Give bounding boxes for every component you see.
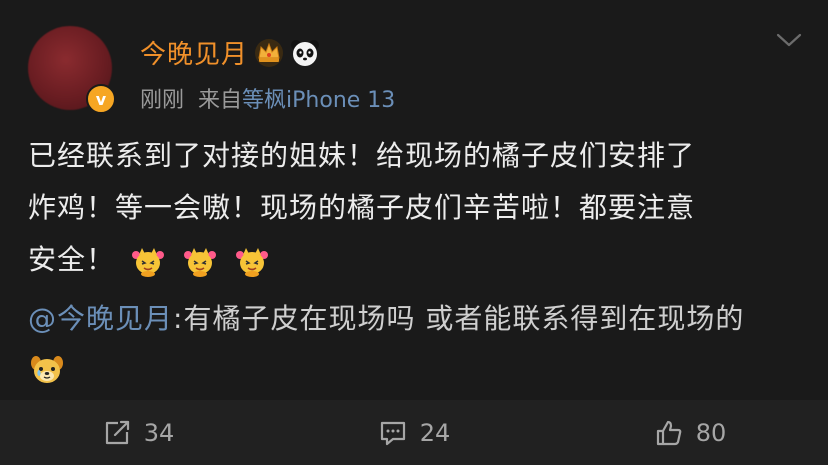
post-source: 来自 等枫iPhone 13 bbox=[198, 82, 395, 114]
like-button[interactable]: 80 bbox=[552, 418, 828, 448]
quote-emoji-line bbox=[28, 344, 798, 394]
verified-badge-icon: v bbox=[86, 84, 116, 114]
cheer-emoji-icon bbox=[235, 248, 268, 277]
content-line-3: 安全！ bbox=[28, 234, 798, 286]
crown-icon[interactable] bbox=[254, 38, 284, 68]
comment-button[interactable]: 24 bbox=[276, 418, 552, 448]
cheer-emoji-icon bbox=[131, 248, 164, 277]
username-row: 今晚见月 bbox=[140, 34, 320, 71]
repost-button[interactable]: 34 bbox=[0, 418, 276, 448]
panda-icon[interactable] bbox=[290, 38, 320, 68]
content-line-3-text: 安全！ bbox=[28, 243, 116, 276]
action-bar: 34 24 80 bbox=[0, 400, 828, 465]
mention-link[interactable]: @今晚见月 bbox=[28, 302, 173, 335]
post-meta: 刚刚 来自 等枫iPhone 13 bbox=[140, 82, 395, 114]
source-prefix: 来自 bbox=[198, 88, 243, 113]
avatar-container[interactable]: v bbox=[28, 26, 116, 114]
like-icon bbox=[656, 420, 682, 445]
repost-count: 34 bbox=[143, 418, 175, 447]
repost-icon bbox=[105, 420, 129, 444]
weibo-post-card: v 今晚见月 刚刚 来自 等枫iPhone 13 已经联系到了对接的姐妹！给现场… bbox=[0, 0, 828, 400]
like-count: 80 bbox=[695, 418, 727, 447]
comment-count: 24 bbox=[419, 418, 451, 447]
chevron-down-icon[interactable] bbox=[776, 32, 802, 48]
quote-line: @今晚见月:有橘子皮在现场吗 或者能联系得到在现场的 bbox=[28, 294, 798, 344]
quoted-post[interactable]: @今晚见月:有橘子皮在现场吗 或者能联系得到在现场的 bbox=[28, 294, 798, 394]
content-line-2: 炸鸡！等一会嗷！现场的橘子皮们辛苦啦！都要注意 bbox=[28, 191, 696, 224]
content-line-1: 已经联系到了对接的姐妹！给现场的橘子皮们安排了 bbox=[28, 139, 696, 172]
comment-icon bbox=[380, 421, 405, 445]
username[interactable]: 今晚见月 bbox=[140, 34, 248, 71]
quote-text: :有橘子皮在现场吗 或者能联系得到在现场的 bbox=[173, 302, 745, 335]
post-time: 刚刚 bbox=[140, 88, 185, 113]
dog-emoji-icon bbox=[31, 356, 63, 383]
source-link[interactable]: 等枫iPhone 13 bbox=[242, 82, 395, 114]
post-content: 已经联系到了对接的姐妹！给现场的橘子皮们安排了 炸鸡！等一会嗷！现场的橘子皮们辛… bbox=[28, 130, 798, 286]
cheer-emoji-icon bbox=[183, 248, 216, 277]
